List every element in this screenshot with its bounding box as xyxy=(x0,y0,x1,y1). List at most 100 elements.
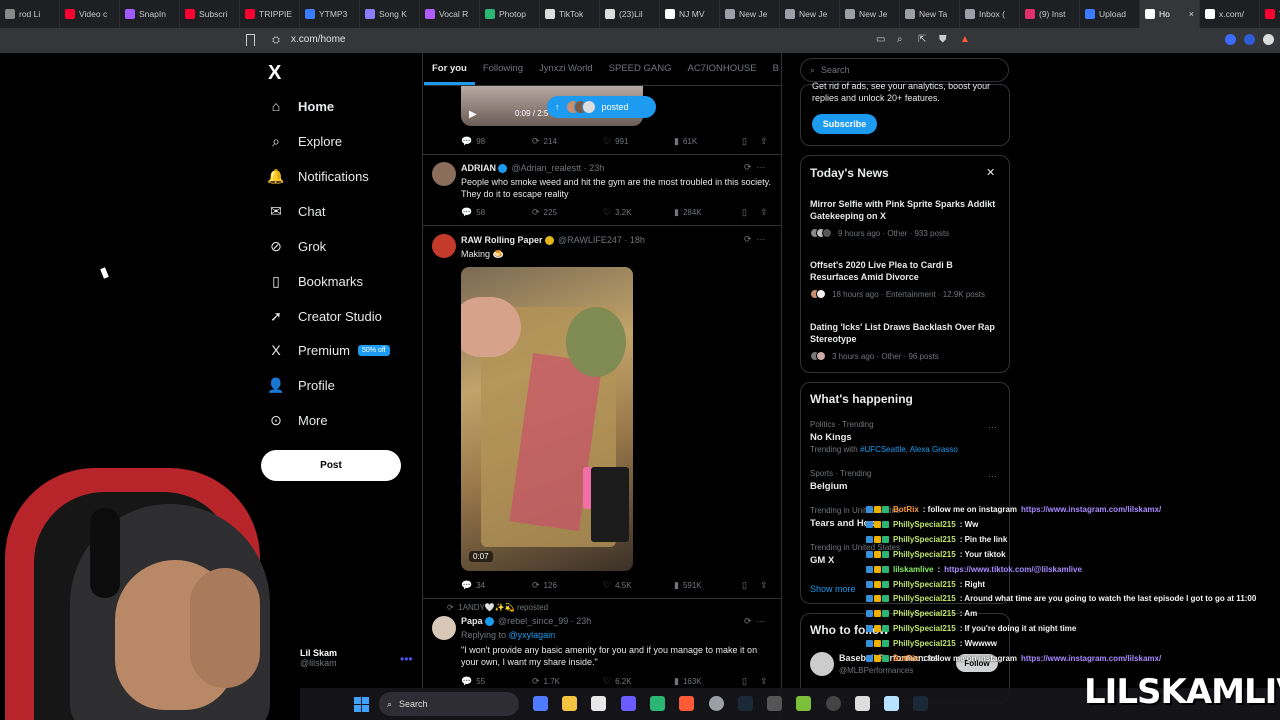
more-icon[interactable]: ⟳ ··· xyxy=(744,616,766,627)
like-action[interactable]: ♡ 6.2K xyxy=(603,676,674,687)
store-icon[interactable] xyxy=(591,696,606,711)
reply-action[interactable]: 💬 98 xyxy=(461,136,532,147)
browser-tab[interactable]: Vocal R xyxy=(420,0,480,28)
shield-icon[interactable]: ⛊ xyxy=(939,34,951,46)
post-button[interactable]: Post xyxy=(261,450,401,481)
obs-icon[interactable] xyxy=(709,696,724,711)
app-icon[interactable] xyxy=(826,696,841,711)
app-icon[interactable] xyxy=(767,696,782,711)
views-action[interactable]: ▮ 591K xyxy=(674,580,745,591)
nav-item-grok[interactable]: ⊘ Grok xyxy=(268,238,326,254)
news-headline[interactable]: Dating 'Icks' List Draws Backlash Over R… xyxy=(810,321,1002,345)
site-info-icon[interactable]: ⛭ xyxy=(272,35,280,46)
bookmark-icon[interactable]: ▯ xyxy=(742,580,747,591)
screen-icon[interactable]: ▭ xyxy=(876,34,888,46)
news-headline[interactable]: Offset's 2020 Live Plea to Cardi B Resur… xyxy=(810,259,1002,283)
reply-action[interactable]: 💬 55 xyxy=(461,676,532,687)
taskbar-search[interactable]: ⌕ Search xyxy=(379,692,519,716)
reply-action[interactable]: 💬 58 xyxy=(461,207,532,218)
windows-start-icon[interactable] xyxy=(354,697,369,712)
avatar[interactable] xyxy=(432,234,456,258)
trend-name[interactable]: GM X xyxy=(810,555,834,566)
avatar[interactable] xyxy=(432,162,456,186)
nav-item-notifications[interactable]: 🔔 Notifications xyxy=(267,168,369,184)
browser-tab[interactable]: New Je xyxy=(780,0,840,28)
reply-action[interactable]: 💬 34 xyxy=(461,580,532,591)
tweet-video[interactable]: 0:07 xyxy=(461,267,633,571)
bookmark-icon[interactable]: ▯ xyxy=(742,136,747,147)
file-explorer-icon[interactable] xyxy=(562,696,577,711)
more-icon[interactable]: ··· xyxy=(988,422,997,432)
author-name[interactable]: Papa xyxy=(461,616,483,626)
more-icon[interactable]: ⟳ ··· xyxy=(744,234,766,245)
app-icon[interactable] xyxy=(650,696,665,711)
browser-tab[interactable]: Subscri xyxy=(180,0,240,28)
play-icon[interactable]: ▶ xyxy=(469,109,477,120)
nav-item-chat[interactable]: ✉ Chat xyxy=(268,203,325,219)
bookmark-icon[interactable]: ▯ xyxy=(742,207,747,218)
share-icon[interactable]: ⇪ xyxy=(760,136,768,147)
nav-item-premium[interactable]: X Premium 50% off xyxy=(268,342,390,358)
browser-tab[interactable]: Photop xyxy=(480,0,540,28)
share-icon[interactable]: ⇪ xyxy=(760,580,768,591)
repost-action[interactable]: ⟳ 225 xyxy=(532,207,603,218)
new-posts-pill[interactable]: ↑ posted xyxy=(547,96,656,118)
nav-item-explore[interactable]: ⌕ Explore xyxy=(268,133,342,149)
brave-icon[interactable] xyxy=(679,696,694,711)
reply-target-link[interactable]: @yxylagain xyxy=(509,630,556,640)
browser-tab[interactable]: TRIPPIE xyxy=(240,0,300,28)
url-field[interactable]: x.com/home xyxy=(291,34,345,45)
browser-tab[interactable]: YNW xyxy=(1260,0,1280,28)
brave-rewards-icon[interactable]: ▲ xyxy=(960,34,972,46)
browser-tab[interactable]: New Je xyxy=(720,0,780,28)
browser-tab[interactable]: (23)Lil xyxy=(600,0,660,28)
browser-tab[interactable]: SnapIn xyxy=(120,0,180,28)
views-action[interactable]: ▮ 61K xyxy=(674,136,745,147)
account-more-icon[interactable]: ••• xyxy=(400,652,413,666)
extension-icon[interactable] xyxy=(1225,34,1236,45)
avatar[interactable] xyxy=(432,616,456,640)
bookmark-icon[interactable]: ▯ xyxy=(742,676,747,687)
browser-tab[interactable]: Inbox ( xyxy=(960,0,1020,28)
feed-tab[interactable]: SPEED GANG xyxy=(601,53,680,85)
extension-icon[interactable] xyxy=(1244,34,1255,45)
nav-item-home[interactable]: ⌂ Home xyxy=(268,98,334,114)
more-icon[interactable]: ··· xyxy=(988,471,997,481)
browser-tab[interactable]: Song K xyxy=(360,0,420,28)
repost-action[interactable]: ⟳ 126 xyxy=(532,580,603,591)
author-name[interactable]: ADRIAN xyxy=(461,163,496,173)
share-icon[interactable]: ⇱ xyxy=(918,34,930,46)
avatar[interactable] xyxy=(810,652,834,676)
close-icon[interactable]: ✕ xyxy=(986,166,995,179)
like-action[interactable]: ♡ 991 xyxy=(603,136,674,147)
browser-tab[interactable]: (9) Inst xyxy=(1020,0,1080,28)
views-action[interactable]: ▮ 284K xyxy=(674,207,745,218)
browser-tab[interactable]: TikTok xyxy=(540,0,600,28)
copilot-icon[interactable] xyxy=(533,696,548,711)
steam-icon[interactable] xyxy=(738,696,753,711)
share-icon[interactable]: ⇪ xyxy=(760,676,768,687)
more-icon[interactable]: ⟳ ··· xyxy=(744,162,766,173)
feed-tab[interactable]: Following xyxy=(475,53,531,85)
account-switcher[interactable]: Lil Skam @lilskam xyxy=(300,648,337,668)
views-action[interactable]: ▮ 163K xyxy=(674,676,745,687)
browser-tab[interactable]: rod Li xyxy=(0,0,60,28)
nav-item-more[interactable]: ⊙ More xyxy=(268,412,328,428)
feed-tab[interactable]: AC7IONHOUSE xyxy=(679,53,764,85)
like-action[interactable]: ♡ 3.2K xyxy=(603,207,674,218)
feed-tab[interactable]: For you xyxy=(424,53,475,85)
show-more-link[interactable]: Show more xyxy=(810,584,856,594)
nav-item-profile[interactable]: 👤 Profile xyxy=(267,377,335,393)
nav-item-bookmarks[interactable]: ▯ Bookmarks xyxy=(268,273,363,289)
feed-tab[interactable]: Jynxzi World xyxy=(531,53,601,85)
browser-tab[interactable]: New Ta xyxy=(900,0,960,28)
subscribe-button[interactable]: Subscribe xyxy=(812,114,877,134)
app-icon[interactable] xyxy=(796,696,811,711)
browser-tab[interactable]: New Je xyxy=(840,0,900,28)
feed-tab[interactable]: B xyxy=(765,53,787,85)
browser-tab[interactable]: Ho × xyxy=(1140,0,1200,28)
news-headline[interactable]: Mirror Selfie with Pink Sprite Sparks Ad… xyxy=(810,198,1002,222)
like-action[interactable]: ♡ 4.5K xyxy=(603,580,674,591)
notepad-icon[interactable] xyxy=(884,696,899,711)
trend-related-link[interactable]: #UFCSeattle, Alexa Grasso xyxy=(860,445,958,454)
